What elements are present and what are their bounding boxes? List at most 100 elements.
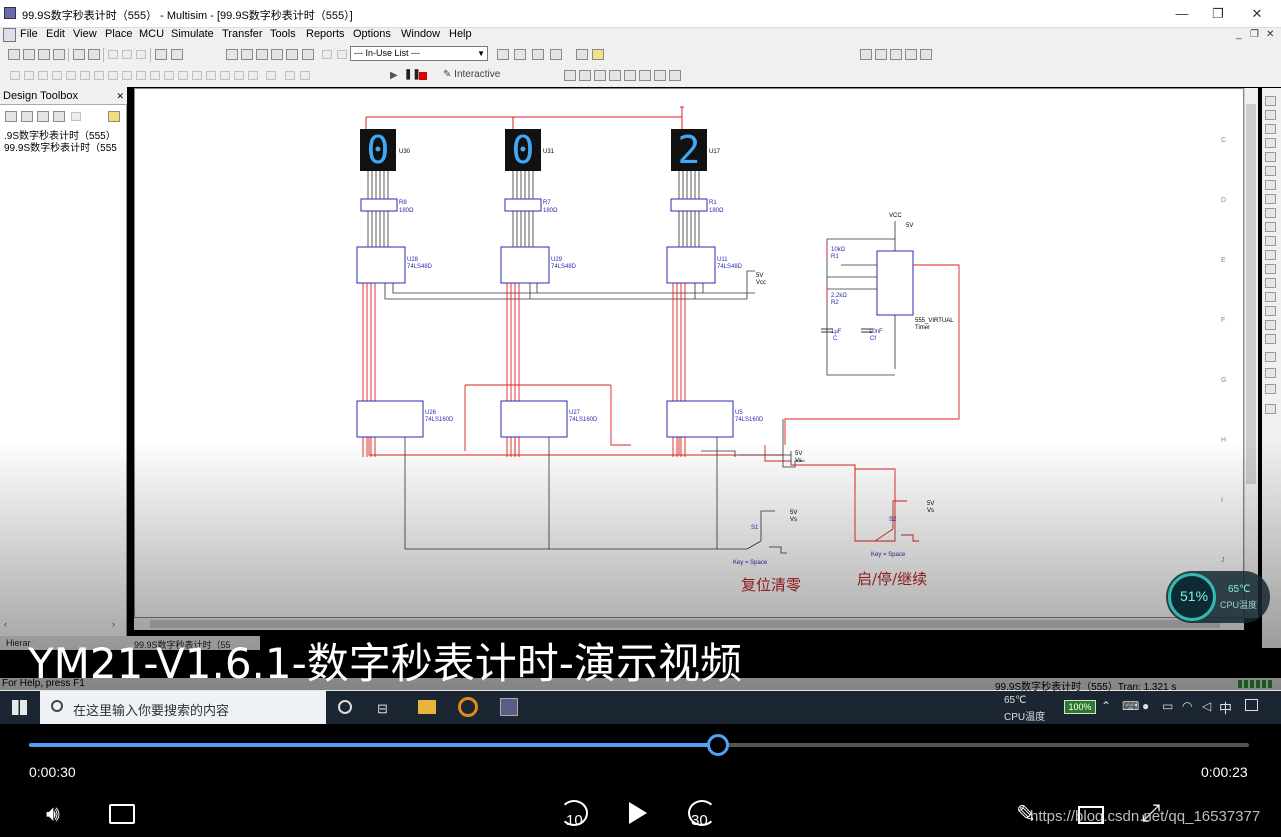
cpu-gauge-widget[interactable]: 51% 65℃ CPU温度 (1166, 571, 1270, 623)
ime-indicator[interactable]: 中 (1219, 698, 1232, 717)
play-icon[interactable]: ▶ (390, 70, 398, 81)
place-misc-digital-icon[interactable] (108, 71, 118, 80)
horizontal-scroll-thumb[interactable] (150, 620, 1220, 628)
instrument-icon[interactable] (654, 70, 666, 81)
place-rf-icon[interactable] (192, 71, 202, 80)
notifications-icon[interactable] (1245, 699, 1258, 711)
menu-window[interactable]: Window (401, 28, 440, 40)
volume-icon[interactable]: ◁ (1202, 699, 1211, 713)
word-generator-icon[interactable] (1265, 194, 1276, 204)
place-indicator-icon[interactable] (136, 71, 146, 80)
distortion-analyzer-icon[interactable] (1265, 250, 1276, 260)
forward-annotate-icon[interactable] (337, 50, 347, 59)
current-probe-icon[interactable] (1265, 368, 1276, 378)
oscilloscope-4ch-icon[interactable] (1265, 152, 1276, 162)
new-sheet-icon[interactable] (53, 111, 65, 122)
menu-edit[interactable]: Edit (46, 28, 65, 40)
mdi-close-icon[interactable]: ✕ (1266, 29, 1274, 40)
instrument-icon[interactable] (624, 70, 636, 81)
wattmeter-icon[interactable] (1265, 124, 1276, 134)
open-folder-icon[interactable] (23, 49, 35, 60)
taskbar-search[interactable]: 在这里输入你要搜索的内容 (40, 691, 326, 724)
help-icon[interactable] (592, 49, 604, 60)
battery-icon[interactable]: ▭ (1162, 699, 1173, 713)
menu-mcu[interactable]: MCU (139, 28, 164, 40)
zoom-in-icon[interactable] (860, 49, 872, 60)
tektronix-scope-icon[interactable] (1265, 334, 1276, 344)
new-file-icon[interactable] (8, 49, 20, 60)
menu-place[interactable]: Place (105, 28, 133, 40)
place-transistor-icon[interactable] (52, 71, 62, 80)
transfer-icon[interactable] (532, 49, 544, 60)
menu-view[interactable]: View (73, 28, 97, 40)
spreadsheet-icon[interactable] (241, 49, 253, 60)
interactive-mode[interactable]: ✎ Interactive (443, 69, 500, 80)
wifi-icon[interactable]: ◠ (1182, 699, 1192, 713)
save-icon[interactable] (37, 111, 49, 122)
measurement-probe-icon[interactable] (1265, 384, 1276, 394)
cortana-icon[interactable] (338, 700, 352, 714)
place-hierarchical-icon[interactable] (266, 71, 276, 80)
schematic-canvas[interactable]: 0 U30 0 U31 2 U17 R8 180Ω R7 180Ω R1 180… (134, 88, 1244, 618)
labview-icon[interactable] (1265, 352, 1276, 362)
mdi-minimize-icon[interactable]: _ (1236, 29, 1242, 40)
back-annotate-icon[interactable] (322, 50, 332, 59)
redo-icon[interactable] (171, 49, 183, 60)
task-view-icon[interactable]: ⊟ (377, 701, 388, 717)
place-bus-icon[interactable] (285, 71, 295, 80)
function-generator-icon[interactable] (1265, 110, 1276, 120)
play-button[interactable] (629, 802, 647, 824)
in-use-list-dropdown[interactable]: --- In-Use List --- ▼ (350, 46, 488, 61)
agilent-scope-icon[interactable] (1265, 320, 1276, 330)
delete-icon[interactable] (71, 112, 81, 121)
component-wizard-icon[interactable] (286, 49, 298, 60)
zoom-out-icon[interactable] (875, 49, 887, 60)
new-item-icon[interactable] (5, 111, 17, 122)
multisim-taskbar-icon[interactable] (500, 698, 518, 716)
print-icon[interactable] (73, 49, 85, 60)
zoom-fit-icon[interactable] (905, 49, 917, 60)
logic-analyzer-icon[interactable] (1265, 222, 1276, 232)
erc-icon[interactable] (497, 49, 509, 60)
probe-icon[interactable] (514, 49, 526, 60)
place-ttl-icon[interactable] (80, 71, 90, 80)
instrument-icon[interactable] (639, 70, 651, 81)
place-wire-icon[interactable] (300, 71, 310, 80)
search-app-icon[interactable] (458, 697, 478, 717)
find-icon[interactable] (576, 49, 588, 60)
windows-start-icon[interactable] (12, 700, 27, 715)
fullscreen-icon[interactable] (226, 49, 238, 60)
instrument-icon[interactable] (564, 70, 576, 81)
bode-plotter-icon[interactable] (1265, 166, 1276, 176)
place-basic-icon[interactable] (24, 71, 34, 80)
scroll-left-icon[interactable]: ‹ (4, 619, 7, 629)
captions-button[interactable] (109, 804, 135, 824)
place-misc-icon[interactable] (164, 71, 174, 80)
menu-file[interactable]: File (20, 28, 38, 40)
netlist-icon[interactable] (550, 49, 562, 60)
zoom-area-icon[interactable] (890, 49, 902, 60)
iv-analyzer-icon[interactable] (1265, 236, 1276, 246)
settings-gear-icon[interactable] (669, 70, 681, 81)
vertical-scroll-thumb[interactable] (1246, 104, 1256, 484)
place-mcu-icon[interactable] (248, 71, 258, 80)
agilent-multimeter-icon[interactable] (1265, 306, 1276, 316)
stop-icon[interactable] (419, 72, 427, 80)
restore-button[interactable]: ❐ (1201, 4, 1235, 24)
probe-icon[interactable] (1265, 404, 1276, 414)
volume-button[interactable]: 🔊︎ (46, 801, 60, 827)
chevron-up-icon[interactable]: ⌃ (1101, 699, 1111, 713)
file-explorer-icon[interactable] (418, 700, 436, 714)
instrument-icon[interactable] (594, 70, 606, 81)
menu-tools[interactable]: Tools (270, 28, 296, 40)
place-source-icon[interactable] (10, 71, 20, 80)
microphone-icon[interactable]: ● (1142, 699, 1149, 713)
mdi-restore-icon[interactable]: ❐ (1250, 29, 1259, 40)
place-power-icon[interactable] (150, 71, 160, 80)
print-preview-icon[interactable] (88, 49, 100, 60)
multimeter-icon[interactable] (1265, 96, 1276, 106)
instrument-icon[interactable] (609, 70, 621, 81)
place-mixed-icon[interactable] (122, 71, 132, 80)
grapher-icon[interactable] (271, 49, 283, 60)
battery-indicator[interactable]: 100% (1064, 700, 1096, 714)
